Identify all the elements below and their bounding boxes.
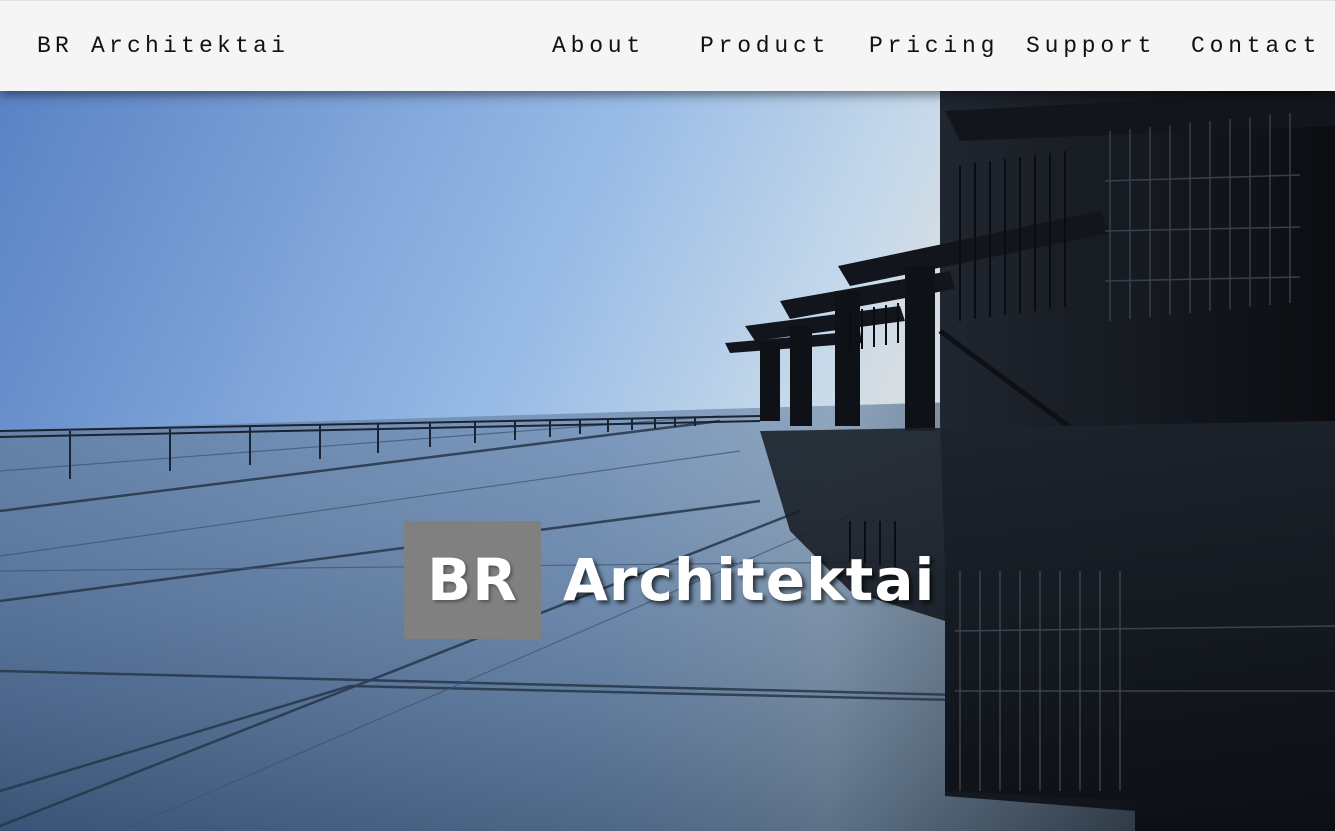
nav-link-contact[interactable]: Contact xyxy=(1191,31,1321,61)
hero-title: BR Architektai xyxy=(404,521,935,639)
nav-link-support[interactable]: Support xyxy=(1026,31,1156,61)
hero-section: BR Architektai xyxy=(0,91,1335,831)
top-navbar: BR Architektai About Product Pricing Sup… xyxy=(0,0,1335,91)
brand-link[interactable]: BR Architektai xyxy=(37,31,289,61)
logo-box: BR xyxy=(404,521,541,639)
hero-background-image xyxy=(0,91,1335,831)
hero-heading: Architektai xyxy=(563,546,936,614)
nav-link-pricing[interactable]: Pricing xyxy=(869,31,999,61)
nav-link-product[interactable]: Product xyxy=(700,31,830,61)
nav-link-about[interactable]: About xyxy=(552,31,645,61)
